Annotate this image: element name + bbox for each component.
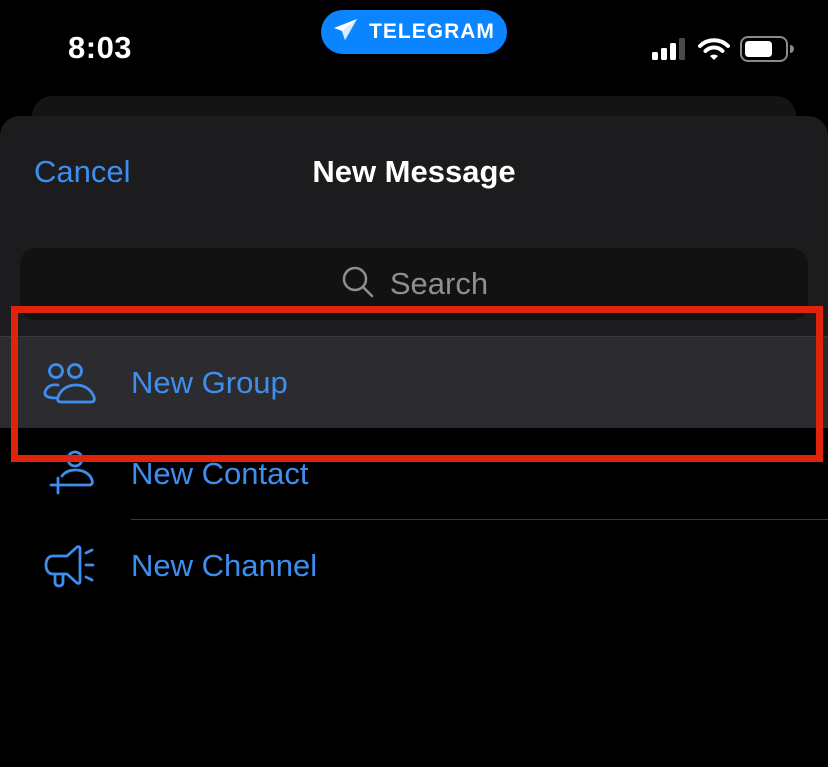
menu-item-new-contact[interactable]: New Contact	[0, 428, 828, 520]
new-message-sheet: Cancel New Message Search New Group New …	[0, 116, 828, 767]
cellular-signal-icon	[652, 38, 688, 65]
menu-item-label: New Contact	[131, 456, 309, 491]
wifi-icon	[698, 37, 730, 66]
status-icons	[652, 36, 794, 67]
telegram-return-pill[interactable]: TELEGRAM	[321, 10, 507, 54]
megaphone-icon	[40, 536, 100, 596]
status-time: 8:03	[68, 30, 133, 65]
add-contact-icon	[40, 444, 100, 504]
menu-item-new-group[interactable]: New Group	[0, 336, 828, 428]
telegram-pill-label: TELEGRAM	[369, 20, 495, 43]
search-placeholder: Search	[389, 266, 489, 301]
menu-item-new-channel[interactable]: New Channel	[0, 520, 828, 612]
search-icon	[340, 264, 376, 305]
new-message-options: New Group New Contact New Channel	[0, 336, 828, 612]
sheet-header: Cancel New Message Search	[0, 116, 828, 336]
battery-icon	[740, 36, 794, 67]
menu-item-label: New Channel	[131, 548, 318, 583]
status-bar: 8:03 TELEGRAM	[0, 0, 828, 96]
group-icon	[40, 353, 100, 413]
telegram-plane-icon	[333, 18, 359, 47]
search-input[interactable]: Search	[20, 248, 808, 320]
sheet-title: New Message	[312, 154, 516, 189]
menu-item-label: New Group	[131, 364, 288, 400]
